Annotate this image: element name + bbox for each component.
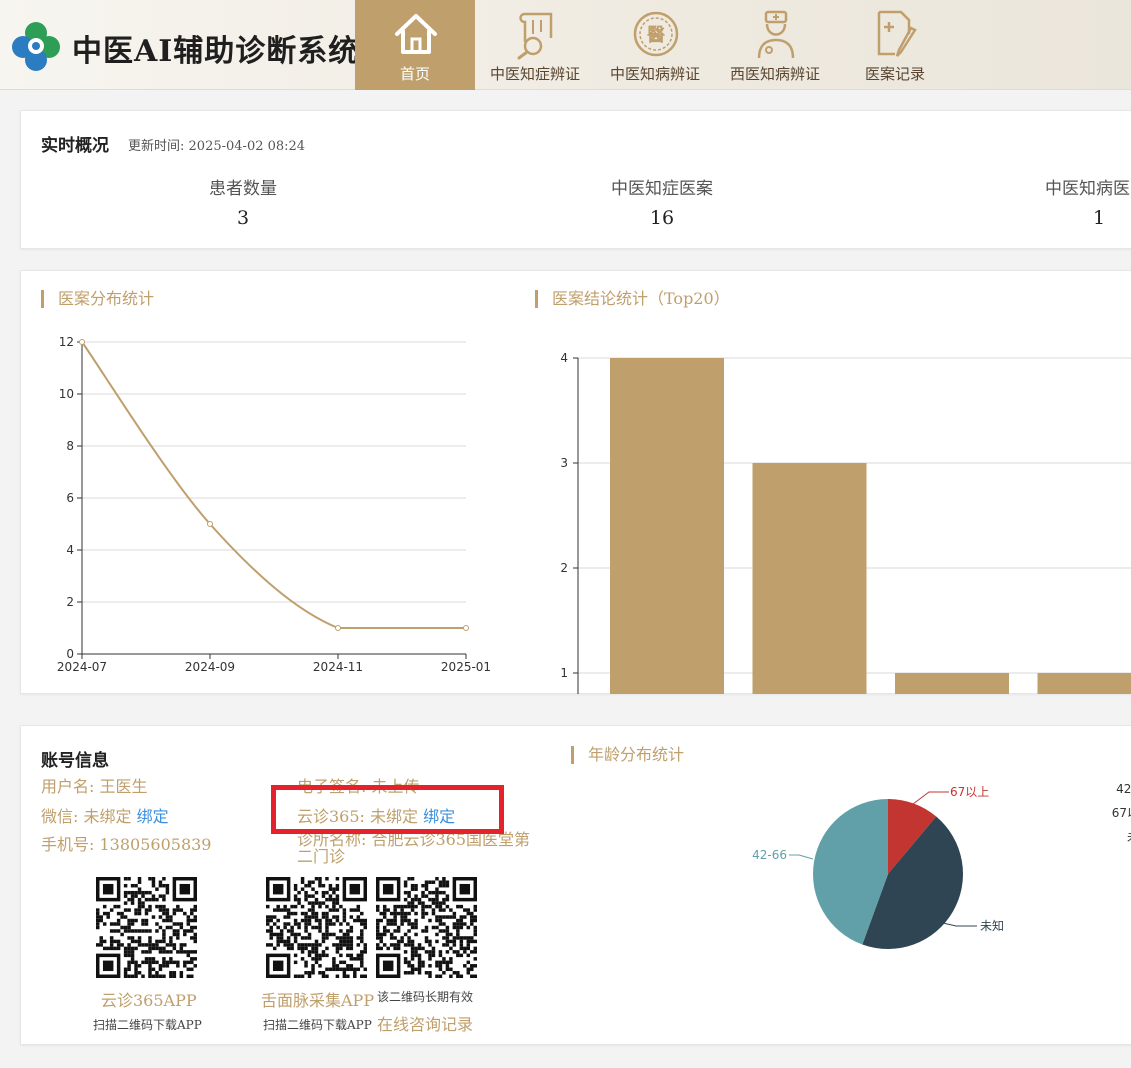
document-edit-icon bbox=[877, 10, 917, 57]
stat-disease-cases: 中医知病医 1 bbox=[1045, 179, 1130, 229]
yunzhen-app-qrcode bbox=[96, 877, 197, 978]
home-icon bbox=[395, 14, 437, 54]
bar bbox=[752, 463, 867, 694]
nav-symptom-label: 中医知症辨证 bbox=[489, 65, 580, 83]
distribution-chart-title: 医案分布统计 bbox=[41, 290, 154, 308]
nav-western-disease-diagnosis[interactable]: 西医知病辨证 bbox=[715, 0, 835, 90]
y-tick-label: 8 bbox=[66, 439, 74, 453]
update-time: 更新时间: 2025-04-02 08:24 bbox=[128, 139, 306, 154]
highlight-box bbox=[271, 785, 504, 834]
online-consult-link[interactable]: 在线咨询记录 bbox=[377, 1011, 473, 1035]
nav-tcm-disease-label: 中医知病辨证 bbox=[609, 65, 700, 83]
x-tick-label: 2024-09 bbox=[185, 660, 235, 674]
age-chart-title: 年龄分布统计 bbox=[571, 746, 684, 764]
doctor-icon bbox=[757, 10, 795, 59]
charts-card: 医案分布统计 医案结论统计（Top20） 0 2 4 6 8 10 12 2024-07 202… bbox=[20, 270, 1131, 694]
legend-item: 67以上 bbox=[1112, 806, 1131, 820]
yunzhen-app-hint: 扫描二维码下载APP bbox=[93, 1018, 202, 1032]
phone-row: 手机号: 13805605839 bbox=[41, 835, 212, 854]
y-tick-label: 2 bbox=[560, 561, 568, 575]
y-tick-label: 10 bbox=[59, 387, 74, 401]
consult-qrcode-note: 该二维码长期有效 bbox=[377, 990, 474, 1004]
conclusion-chart-title: 医案结论统计（Top20） bbox=[535, 290, 730, 308]
medicine-seal-icon: 醫 bbox=[633, 11, 679, 57]
y-tick-label: 6 bbox=[66, 491, 74, 505]
bar bbox=[1037, 673, 1131, 694]
stat-patient-count: 患者数量 3 bbox=[209, 179, 277, 229]
clinic-row: 诊所名称: 合肥云诊365国医堂第 二门诊 bbox=[297, 830, 531, 866]
conclusion-bar-chart: 1 2 3 4 bbox=[560, 351, 1131, 694]
yunzhen-app-name: 云诊365APP bbox=[101, 991, 197, 1010]
legend-item: 42-66 bbox=[1116, 782, 1131, 796]
legend-item: 未知 bbox=[1127, 830, 1131, 844]
scroll-search-icon bbox=[517, 12, 553, 60]
tongue-pulse-app-name: 舌面脉采集APP bbox=[261, 991, 375, 1010]
nav-symptom-diagnosis[interactable]: 中医知症辨证 bbox=[475, 0, 595, 90]
y-tick-label: 0 bbox=[66, 647, 74, 661]
pie-label-line bbox=[912, 791, 949, 805]
consult-qrcode bbox=[376, 877, 477, 978]
x-tick-label: 2024-07 bbox=[57, 660, 107, 674]
x-tick-label: 2025-01 bbox=[441, 660, 491, 674]
bar bbox=[610, 358, 724, 694]
app-title: 中医AI辅助诊断系统 bbox=[72, 34, 360, 69]
account-title: 账号信息 bbox=[41, 751, 109, 771]
tongue-pulse-app-qrcode bbox=[266, 877, 367, 978]
pie-label-line bbox=[789, 854, 814, 860]
data-point bbox=[207, 521, 213, 527]
y-tick-label: 1 bbox=[560, 666, 568, 680]
y-tick-label: 4 bbox=[560, 351, 568, 365]
y-tick-label: 3 bbox=[560, 456, 568, 470]
svg-text:醫: 醫 bbox=[647, 25, 665, 46]
tongue-pulse-app-hint: 扫描二维码下载APP bbox=[263, 1018, 372, 1032]
nav-medical-records-label: 医案记录 bbox=[864, 65, 925, 83]
pie-label-line bbox=[942, 922, 977, 927]
nav-western-disease-label: 西医知病辨证 bbox=[729, 65, 820, 83]
data-point bbox=[79, 339, 85, 345]
app-logo bbox=[12, 22, 60, 71]
y-tick-label: 4 bbox=[66, 543, 74, 557]
realtime-overview-card: 实时概况 更新时间: 2025-04-02 08:24 患者数量 3 中医知症医… bbox=[20, 110, 1131, 249]
nav-tcm-disease-diagnosis[interactable]: 醫 中医知病辨证 bbox=[595, 0, 715, 90]
stat-symptom-cases: 中医知症医案 16 bbox=[611, 179, 713, 229]
wechat-row: 微信: 未绑定 绑定 bbox=[41, 807, 169, 826]
pie-slice-label: 未知 bbox=[980, 919, 1004, 933]
x-tick-label: 2024-11 bbox=[313, 660, 363, 674]
nav-home-label: 首页 bbox=[399, 65, 430, 83]
y-tick-label: 12 bbox=[59, 335, 74, 349]
age-pie-chart: 67以上未知 42-66 42-66 67以上未知 bbox=[752, 782, 1131, 949]
account-card: 账号信息 年龄分布统计 用户名: 王医生 微信: 未绑定 绑定 手机号: 138… bbox=[20, 725, 1131, 1045]
realtime-title: 实时概况 bbox=[41, 136, 109, 156]
y-tick-label: 2 bbox=[66, 595, 74, 609]
distribution-line-chart: 0 2 4 6 8 10 12 2024-07 2024-09 2024-11 2025-01 bbox=[57, 335, 491, 674]
nav-medical-records[interactable]: 医案记录 bbox=[835, 0, 955, 90]
data-point bbox=[335, 625, 341, 631]
username-row: 用户名: 王医生 bbox=[41, 777, 148, 796]
series-line bbox=[81, 341, 466, 629]
pie-slice-label: 42-66 bbox=[752, 848, 787, 862]
top-header: 中医AI辅助诊断系统 首页 中医知症辨证 醫 中医知病辨证 西医知病辨证 医案记… bbox=[0, 0, 1131, 90]
nav-home[interactable]: 首页 bbox=[355, 0, 475, 90]
wechat-bind-link[interactable]: 绑定 bbox=[137, 807, 169, 826]
data-point bbox=[463, 625, 469, 631]
pie-slice-label: 67以上 bbox=[950, 785, 989, 799]
bar bbox=[895, 673, 1009, 694]
